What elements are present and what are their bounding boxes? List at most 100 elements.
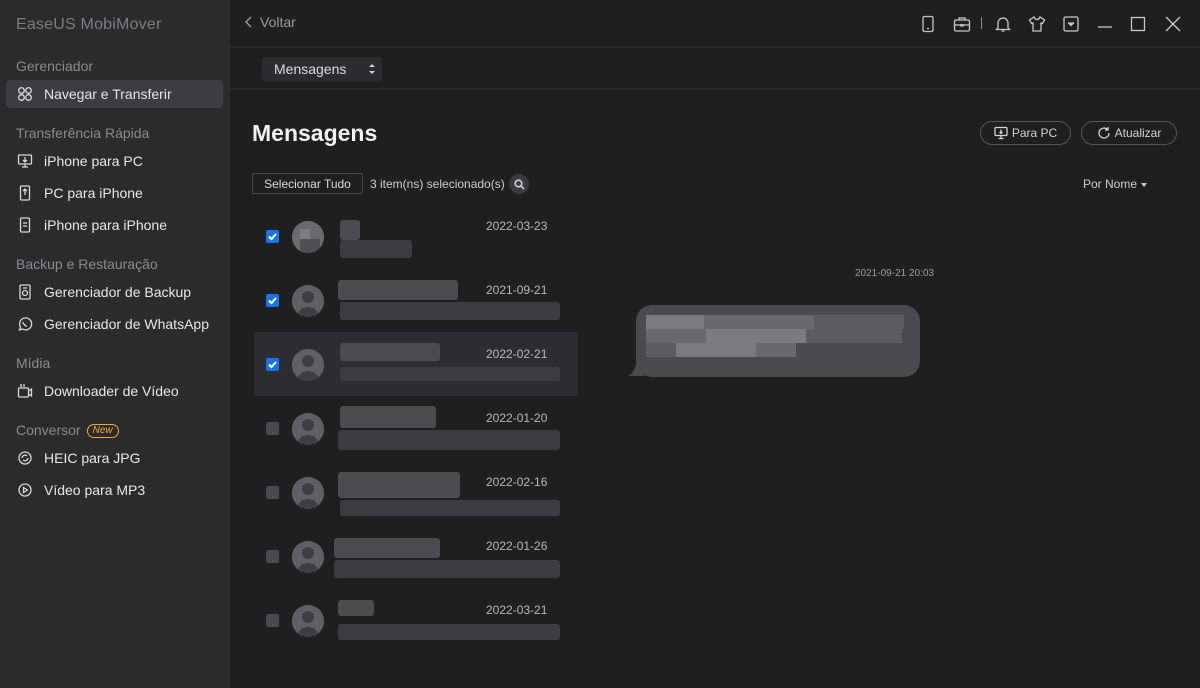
category-select[interactable]: Mensagens [262,57,382,81]
blurred-contact-name [340,406,436,428]
message-date: 2021-09-21 [486,283,548,297]
maximize-icon[interactable] [1128,14,1148,34]
checkmark-icon [268,361,277,369]
person-icon [292,221,324,253]
sidebar-item-iphone-para-pc[interactable]: iPhone para PC [6,147,223,175]
blurred-message-preview [340,240,412,258]
contact-avatar [292,413,324,445]
sidebar-item-navegar-e-transferir[interactable]: Navegar e Transferir [6,80,223,108]
sidebar-item-label: Navegar e Transferir [44,86,172,102]
blurred-message-preview [338,624,560,640]
sidebar: EaseUS MobiMover Gerenciador Navegar e T… [0,0,230,688]
checkmark-icon [268,297,277,305]
message-date: 2022-02-21 [486,347,548,361]
blurred-message-preview [338,430,560,450]
sidebar-item-label: Vídeo para MP3 [44,482,146,498]
blurred-contact-name [338,280,458,300]
sidebar-item-label: Gerenciador de WhatsApp [44,316,209,332]
message-checkbox[interactable] [266,358,279,371]
message-checkbox[interactable] [266,550,279,563]
message-row[interactable]: 2022-02-21 [254,332,578,396]
blurred-text-block [756,343,796,357]
blurred-message-preview [334,560,560,578]
message-row[interactable]: 2022-01-20 [254,396,578,460]
sidebar-item-video-para-mp3[interactable]: Vídeo para MP3 [6,476,223,504]
back-label: Voltar [260,14,296,30]
person-icon [292,541,324,573]
blurred-message-preview [340,500,560,516]
message-row[interactable]: 2022-02-16 [254,460,578,524]
minimize-icon[interactable] [1095,14,1115,34]
blurred-contact-name [334,538,440,558]
refresh-button[interactable]: Atualizar [1081,121,1177,145]
export-to-pc-label: Para PC [1011,126,1058,140]
sidebar-item-label: HEIC para JPG [44,450,141,466]
checkmark-icon [268,233,277,241]
section-label-gerenciador: Gerenciador [16,58,94,74]
message-row[interactable]: 2022-01-26 [254,524,578,588]
export-to-pc-button[interactable]: Para PC [980,121,1071,145]
section-label-backup-e-restauracao: Backup e Restauração [16,256,158,272]
blurred-text-block [646,315,704,329]
blurred-text-block [706,329,806,343]
sidebar-item-label: Downloader de Vídeo [44,383,179,399]
phone-to-pc-icon [16,152,34,170]
contact-avatar [292,349,324,381]
dropdown-menu-icon[interactable] [1061,14,1081,34]
search-button[interactable] [509,174,529,194]
blurred-message-preview [340,302,560,320]
person-icon [292,477,324,509]
section-label-text: Conversor [16,422,81,438]
search-icon [513,178,525,190]
blurred-contact-name [340,343,440,361]
message-row[interactable]: 2022-03-21 [254,588,578,652]
bell-icon[interactable] [993,14,1013,34]
sidebar-item-iphone-para-iphone[interactable]: iPhone para iPhone [6,211,223,239]
message-date: 2022-03-23 [486,219,548,233]
heic-convert-icon [16,449,34,467]
blurred-text-block [646,329,706,343]
sidebar-item-pc-para-iphone[interactable]: PC para iPhone [6,179,223,207]
sort-dropdown[interactable]: Por Nome [1083,177,1148,191]
conversation-timestamp: 2021-09-21 20:03 [855,268,934,279]
sidebar-item-gerenciador-de-whatsapp[interactable]: Gerenciador de WhatsApp [6,310,223,338]
message-row[interactable]: 2021-09-21 [254,268,578,332]
close-icon[interactable] [1163,14,1183,34]
sidebar-item-heic-para-jpg[interactable]: HEIC para JPG [6,444,223,472]
refresh-label: Atualizar [1114,126,1162,140]
person-icon [292,349,324,381]
blurred-message-preview [340,367,560,381]
chevron-left-icon [245,16,252,28]
contact-avatar [292,221,324,253]
message-checkbox[interactable] [266,230,279,243]
message-date: 2022-03-21 [486,603,548,617]
person-icon [292,413,324,445]
app-title: EaseUS MobiMover [16,16,162,33]
select-all-button[interactable]: Selecionar Tudo [252,173,363,194]
toolbar-divider [981,17,982,29]
message-row[interactable]: 2022-03-23 [254,204,578,268]
blurred-text-block [676,343,756,357]
sidebar-item-gerenciador-de-backup[interactable]: Gerenciador de Backup [6,278,223,306]
sidebar-item-downloader-de-video[interactable]: Downloader de Vídeo [6,377,223,405]
shirt-icon[interactable] [1027,14,1047,34]
toolbox-icon[interactable] [952,14,972,34]
back-button[interactable]: Voltar [244,14,296,30]
category-select-value: Mensagens [274,61,347,77]
device-icon[interactable] [918,14,938,34]
top-bar: Voltar [230,0,1200,48]
category-bar: Mensagens [230,48,1200,89]
page-title: Mensagens [252,120,378,146]
sidebar-item-label: PC para iPhone [44,185,143,201]
contact-avatar [292,285,324,317]
message-checkbox[interactable] [266,486,279,499]
blurred-text-block [646,343,676,357]
sidebar-item-label: Gerenciador de Backup [44,284,192,300]
message-checkbox[interactable] [266,294,279,307]
message-checkbox[interactable] [266,614,279,627]
blurred-contact-name [340,220,360,240]
message-checkbox[interactable] [266,422,279,435]
export-to-pc-icon [994,126,1008,140]
blurred-text-block [806,329,902,343]
message-date: 2022-01-20 [486,411,548,425]
